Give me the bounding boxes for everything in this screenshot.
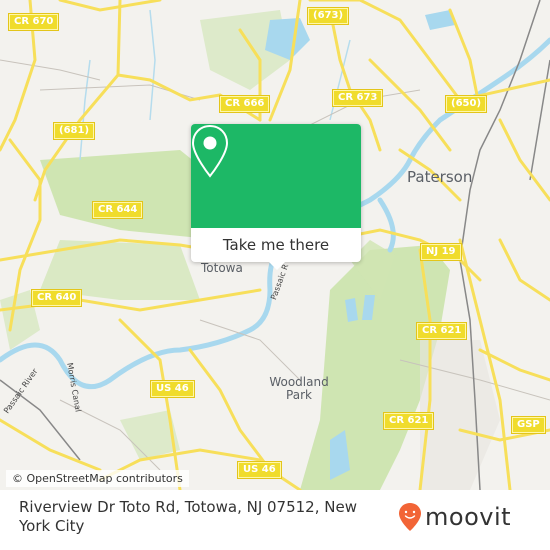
place-label-woodland-park: Woodland Park (266, 376, 332, 402)
road-shield: CR 644 (91, 201, 144, 219)
road-shield: NJ 19 (420, 243, 462, 261)
map-attribution[interactable]: © OpenStreetMap contributors (6, 470, 189, 487)
road-shield: CR 640 (30, 289, 83, 307)
place-label-paterson: Paterson (407, 168, 473, 186)
take-me-there-button[interactable]: Take me there (191, 228, 361, 262)
road-shield: US 46 (237, 461, 282, 479)
address-text: Riverview Dr Toto Rd, Totowa, NJ 07512, … (19, 498, 357, 535)
road-shield: CR 673 (331, 89, 384, 107)
map[interactable]: CR 670 (673) CR 666 CR 673 (681) (650) C… (0, 0, 550, 490)
road-shield: GSP (511, 416, 546, 434)
destination-popup: Take me there (191, 124, 361, 270)
footer: Riverview Dr Toto Rd, Totowa, NJ 07512, … (0, 490, 550, 550)
road-shield: (681) (52, 122, 96, 140)
road-shield: CR 666 (218, 95, 271, 113)
popup-pointer (269, 262, 285, 270)
road-shield: CR 621 (382, 412, 435, 430)
place-label-totowa: Totowa (201, 261, 243, 275)
location-pin-icon (191, 124, 229, 178)
moovit-wordmark: moovit (425, 503, 512, 531)
moovit-pin-icon (399, 503, 421, 531)
moovit-logo[interactable]: moovit (398, 502, 511, 532)
road-shield: CR 621 (415, 322, 468, 340)
road-shield: (673) (306, 7, 350, 25)
popup-header (191, 124, 361, 228)
road-shield: (650) (444, 95, 488, 113)
place-label-park: Park (286, 388, 312, 402)
road-shield: CR 670 (7, 13, 60, 31)
road-shield: US 46 (150, 380, 195, 398)
